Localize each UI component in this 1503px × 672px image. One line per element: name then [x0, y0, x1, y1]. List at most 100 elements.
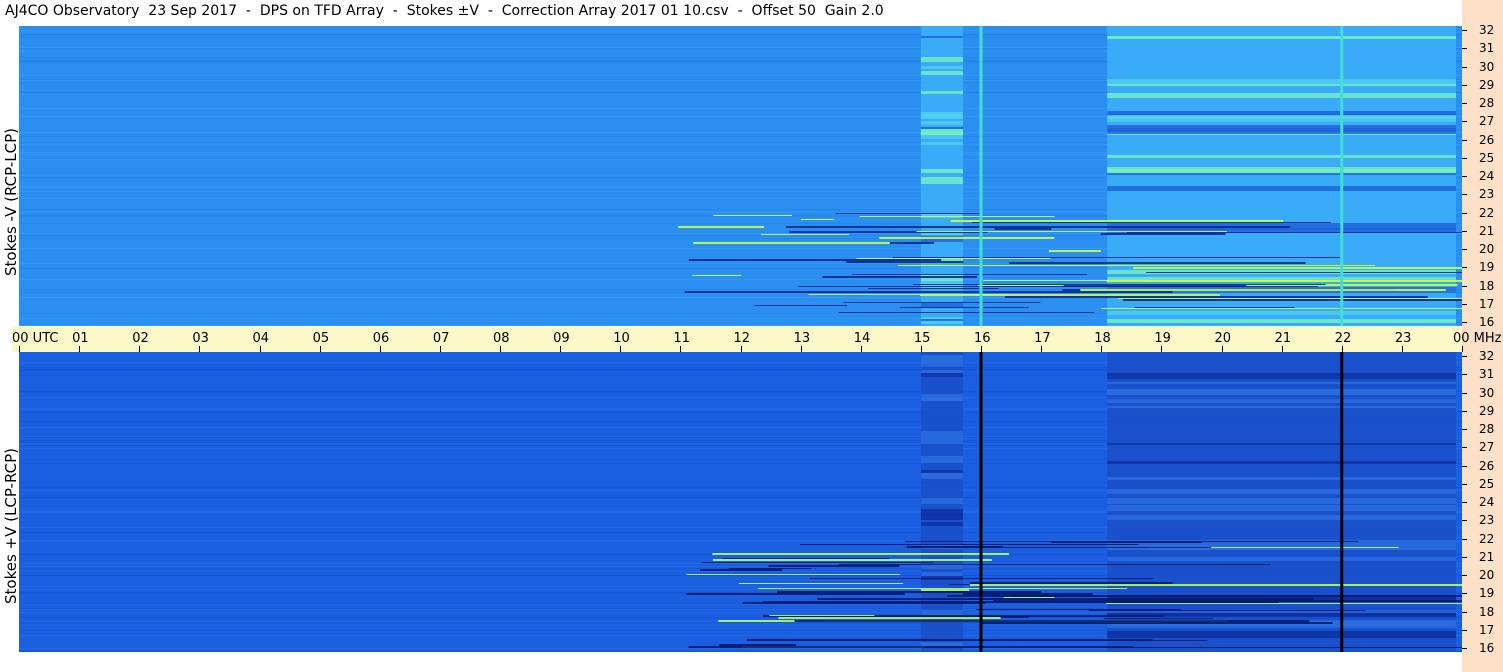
band-stripe — [1107, 37, 1456, 39]
time-tick-label: 06 — [372, 331, 390, 346]
band-stripe — [920, 398, 963, 401]
time-tick-mark — [199, 346, 201, 352]
vertical-marker-line — [979, 352, 983, 652]
time-tick-mark — [79, 346, 81, 352]
freq-tick-mark — [1462, 66, 1467, 68]
freq-tick-mark — [1462, 429, 1467, 430]
freq-tick-label: 21 — [1479, 549, 1495, 564]
time-tick-label: 08 — [493, 331, 510, 346]
freq-tick-mark — [1462, 520, 1467, 522]
freq-tick-mark — [1462, 267, 1467, 269]
rfi-streak — [838, 564, 1271, 565]
bottom-panel-ylabel: Stokes +V (LCP-RCP) — [2, 448, 20, 604]
time-tick-label: 05 — [312, 331, 330, 346]
time-tick-mark — [259, 346, 261, 352]
time-tick-label: 03 — [192, 331, 209, 346]
rfi-streak — [1133, 267, 1462, 269]
band-stripe — [920, 114, 963, 118]
rfi-streak — [906, 546, 1004, 548]
band-stripe — [1107, 489, 1456, 494]
band-stripe — [1107, 173, 1456, 175]
rfi-streak — [800, 544, 1139, 545]
freq-tick-mark — [1462, 322, 1467, 323]
time-tick-mark — [439, 346, 441, 352]
time-tick-label: 02 — [132, 331, 149, 346]
time-tick-mark — [800, 346, 802, 352]
band-stripe — [1107, 186, 1456, 191]
rfi-streak — [822, 276, 977, 278]
rfi-streak — [686, 593, 905, 595]
spectrogram-top — [19, 26, 1462, 326]
spectrogram-bottom — [19, 352, 1462, 652]
time-tick-label: 10 — [613, 331, 630, 346]
freq-tick-label: 22 — [1479, 531, 1495, 546]
band-stripe — [920, 135, 963, 139]
time-tick-label: 04 — [252, 331, 270, 346]
band-stripe — [920, 131, 963, 135]
rfi-streak — [794, 620, 1310, 622]
time-tick-mark — [500, 346, 501, 352]
band-stripe — [920, 514, 963, 520]
band-stripe — [920, 473, 963, 475]
freq-tick-label: 29 — [1479, 77, 1495, 92]
rfi-streak — [713, 215, 793, 216]
rfi-streak — [768, 565, 900, 567]
rfi-streak — [693, 242, 905, 244]
band-stripe — [1107, 277, 1456, 280]
freq-tick-label: 16 — [1479, 641, 1495, 655]
freq-tick-label: 21 — [1479, 223, 1495, 238]
rfi-streak — [920, 589, 970, 591]
freq-tick-label: 26 — [1479, 458, 1495, 473]
freq-tick-mark — [1462, 483, 1467, 485]
freq-tick-mark — [1462, 538, 1467, 540]
freq-tick-mark — [1462, 30, 1467, 31]
freq-tick-mark — [1462, 465, 1467, 467]
rfi-streak — [688, 259, 942, 261]
band-stripe — [1107, 389, 1456, 395]
rfi-streak — [817, 598, 1314, 600]
freq-tick-label: 20 — [1479, 242, 1495, 256]
freq-tick-label: 28 — [1479, 96, 1495, 110]
top-panel-ylabel: Stokes -V (RCP-LCP) — [2, 128, 20, 276]
time-tick-mark — [1041, 346, 1043, 352]
freq-tick-mark — [1462, 593, 1467, 595]
band-stripe — [1107, 319, 1456, 323]
rfi-streak — [1100, 233, 1226, 235]
time-tick-mark — [560, 346, 562, 352]
band-stripe — [1107, 399, 1456, 403]
time-tick-label: 19 — [1154, 331, 1171, 346]
rfi-streak — [898, 265, 1375, 266]
time-tick-mark — [740, 346, 742, 352]
rfi-streak — [728, 568, 812, 569]
band-stripe — [1107, 461, 1456, 464]
time-tick-label: 00 UTC — [12, 331, 59, 346]
rfi-streak — [722, 558, 889, 559]
rfi-streak — [1127, 232, 1462, 233]
time-tick-label: 07 — [432, 331, 450, 346]
rfi-streak — [778, 617, 1001, 619]
time-tick-label: 13 — [793, 331, 811, 346]
rfi-streak — [692, 275, 742, 276]
time-tick-label: 15 — [913, 331, 931, 346]
rfi-streak — [800, 219, 835, 220]
band-stripe — [1107, 167, 1456, 172]
band-stripe — [920, 71, 963, 75]
band-stripe — [920, 57, 963, 62]
time-tick-mark — [620, 346, 622, 352]
rfi-streak — [688, 646, 1134, 648]
rfi-streak — [712, 559, 992, 561]
freq-tick-label: 20 — [1479, 568, 1495, 582]
rfi-streak — [742, 602, 986, 604]
freq-tick-mark — [1462, 212, 1467, 214]
freq-tick-label: 28 — [1479, 422, 1495, 436]
band-stripe — [1107, 631, 1456, 638]
rfi-streak — [856, 258, 1051, 259]
vertical-marker-line — [1340, 352, 1344, 652]
freq-tick-label: 32 — [1479, 23, 1495, 37]
freq-tick-label: 31 — [1479, 41, 1495, 56]
time-tick-mark — [19, 346, 20, 352]
freq-tick-label: 30 — [1479, 385, 1495, 400]
freq-tick-label: 30 — [1479, 59, 1495, 74]
band-stripe — [920, 66, 963, 69]
rfi-streak — [946, 595, 1376, 597]
